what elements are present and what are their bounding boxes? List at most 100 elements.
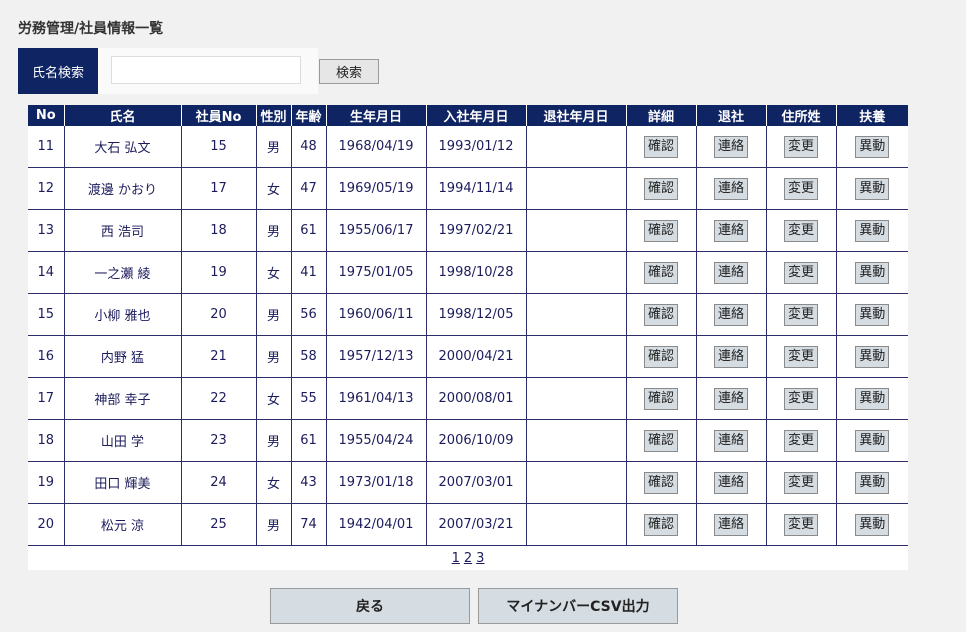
detail-confirm-button[interactable]: 確認 xyxy=(644,219,678,242)
employee-number: 17 xyxy=(180,167,256,210)
table-row: 16 内野 猛 21 男 58 1957/12/13 2000/04/21 確認 連絡 変更 異動 xyxy=(28,335,908,378)
birth-date: 1975/01/05 xyxy=(325,251,426,294)
row-number: 18 xyxy=(28,419,64,462)
address-change-button[interactable]: 変更 xyxy=(784,345,818,368)
age: 56 xyxy=(290,293,326,336)
dependent-transfer-button[interactable]: 異動 xyxy=(855,261,890,284)
action-cell: 変更 xyxy=(765,503,836,546)
dependent-transfer-button[interactable]: 異動 xyxy=(855,429,890,452)
retirement-contact-button[interactable]: 連絡 xyxy=(714,429,748,452)
retirement-contact-button[interactable]: 連絡 xyxy=(714,219,748,242)
detail-confirm-button[interactable]: 確認 xyxy=(644,345,678,368)
column-header: 退社年月日 xyxy=(525,105,626,126)
address-change-button[interactable]: 変更 xyxy=(784,261,818,284)
join-date: 1997/02/21 xyxy=(425,209,526,252)
search-button[interactable]: 検索 xyxy=(319,59,379,84)
back-button[interactable]: 戻る xyxy=(270,588,470,624)
employee-number: 22 xyxy=(180,377,256,420)
retirement-contact-button[interactable]: 連絡 xyxy=(714,387,748,410)
dependent-transfer-button[interactable]: 異動 xyxy=(855,219,890,242)
address-change-button[interactable]: 変更 xyxy=(784,429,818,452)
retirement-contact-button[interactable]: 連絡 xyxy=(714,303,748,326)
dependent-transfer-button[interactable]: 異動 xyxy=(855,471,890,494)
table-row: 19 田口 輝美 24 女 43 1973/01/18 2007/03/01 確認 連絡 変更 異動 xyxy=(28,461,908,504)
join-date: 1998/12/05 xyxy=(425,293,526,336)
employee-name: 神部 幸子 xyxy=(63,377,181,420)
birth-date: 1968/04/19 xyxy=(325,126,426,168)
column-header: 扶養 xyxy=(835,105,908,126)
retirement-contact-button[interactable]: 連絡 xyxy=(714,135,748,158)
employee-number: 25 xyxy=(180,503,256,546)
detail-confirm-button[interactable]: 確認 xyxy=(644,303,678,326)
leave-date xyxy=(525,503,626,546)
action-cell: 異動 xyxy=(835,209,908,252)
employee-name: 西 浩司 xyxy=(63,209,181,252)
page-link[interactable]: 1 xyxy=(452,551,460,566)
action-cell: 連絡 xyxy=(695,335,766,378)
page-link[interactable]: 3 xyxy=(476,551,484,566)
name-search-input[interactable] xyxy=(111,56,301,84)
table-row: 11 大石 弘文 15 男 48 1968/04/19 1993/01/12 確認 連絡 変更 異動 xyxy=(28,126,908,168)
join-date: 2007/03/01 xyxy=(425,461,526,504)
employee-number: 19 xyxy=(180,251,256,294)
dependent-transfer-button[interactable]: 異動 xyxy=(855,387,890,410)
retirement-contact-button[interactable]: 連絡 xyxy=(714,345,748,368)
join-date: 2000/08/01 xyxy=(425,377,526,420)
column-header: 氏名 xyxy=(63,105,181,126)
employee-number: 21 xyxy=(180,335,256,378)
age: 47 xyxy=(290,167,326,210)
address-change-button[interactable]: 変更 xyxy=(784,387,818,410)
page-title: 労務管理/社員情報一覧 xyxy=(18,21,164,37)
detail-confirm-button[interactable]: 確認 xyxy=(644,471,678,494)
retirement-contact-button[interactable]: 連絡 xyxy=(714,513,748,536)
table-header-row: No 氏名 社員No 性別 年齢 生年月日 入社年月日 退社年月日 詳細 退社 … xyxy=(28,105,908,126)
address-change-button[interactable]: 変更 xyxy=(784,135,818,158)
address-change-button[interactable]: 変更 xyxy=(784,219,818,242)
employee-table: No 氏名 社員No 性別 年齢 生年月日 入社年月日 退社年月日 詳細 退社 … xyxy=(28,105,908,570)
address-change-button[interactable]: 変更 xyxy=(784,513,818,536)
address-change-button[interactable]: 変更 xyxy=(784,471,818,494)
retirement-contact-button[interactable]: 連絡 xyxy=(714,261,748,284)
detail-confirm-button[interactable]: 確認 xyxy=(644,513,678,536)
action-cell: 連絡 xyxy=(695,126,766,168)
detail-confirm-button[interactable]: 確認 xyxy=(644,387,678,410)
dependent-transfer-button[interactable]: 異動 xyxy=(855,513,890,536)
employee-number: 18 xyxy=(180,209,256,252)
retirement-contact-button[interactable]: 連絡 xyxy=(714,177,748,200)
row-number: 20 xyxy=(28,503,64,546)
row-number: 12 xyxy=(28,167,64,210)
address-change-button[interactable]: 変更 xyxy=(784,177,818,200)
action-cell: 変更 xyxy=(765,461,836,504)
dependent-transfer-button[interactable]: 異動 xyxy=(855,177,890,200)
action-cell: 異動 xyxy=(835,377,908,420)
address-change-button[interactable]: 変更 xyxy=(784,303,818,326)
gender: 男 xyxy=(255,335,291,378)
table-row: 17 神部 幸子 22 女 55 1961/04/13 2000/08/01 確認 連絡 変更 異動 xyxy=(28,377,908,420)
detail-confirm-button[interactable]: 確認 xyxy=(644,429,678,452)
gender: 男 xyxy=(255,293,291,336)
table-row: 15 小柳 雅也 20 男 56 1960/06/11 1998/12/05 確認 連絡 変更 異動 xyxy=(28,293,908,336)
gender: 女 xyxy=(255,167,291,210)
dependent-transfer-button[interactable]: 異動 xyxy=(855,345,890,368)
detail-confirm-button[interactable]: 確認 xyxy=(644,177,678,200)
dependent-transfer-button[interactable]: 異動 xyxy=(855,135,890,158)
retirement-contact-button[interactable]: 連絡 xyxy=(714,471,748,494)
row-number: 11 xyxy=(28,126,64,168)
gender: 女 xyxy=(255,251,291,294)
row-number: 15 xyxy=(28,293,64,336)
age: 55 xyxy=(290,377,326,420)
action-cell: 確認 xyxy=(625,209,696,252)
column-header: 住所姓 xyxy=(765,105,836,126)
action-cell: 変更 xyxy=(765,251,836,294)
employee-name: 山田 学 xyxy=(63,419,181,462)
detail-confirm-button[interactable]: 確認 xyxy=(644,135,678,158)
page-link[interactable]: 2 xyxy=(464,551,472,566)
column-header: 性別 xyxy=(255,105,291,126)
table-row: 20 松元 涼 25 男 74 1942/04/01 2007/03/21 確認 連絡 変更 異動 xyxy=(28,503,908,546)
detail-confirm-button[interactable]: 確認 xyxy=(644,261,678,284)
column-header: 退社 xyxy=(695,105,766,126)
action-cell: 連絡 xyxy=(695,209,766,252)
action-cell: 連絡 xyxy=(695,167,766,210)
dependent-transfer-button[interactable]: 異動 xyxy=(855,303,890,326)
mynumber-csv-export-button[interactable]: マイナンバーCSV出力 xyxy=(478,588,678,624)
